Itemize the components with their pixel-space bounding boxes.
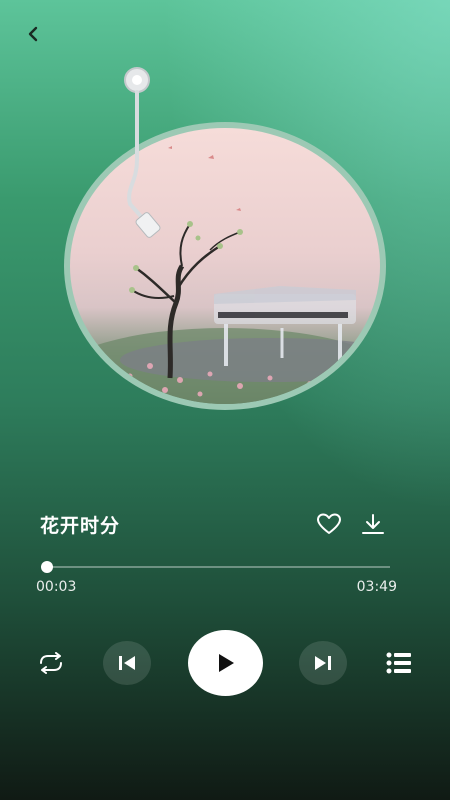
repeat-icon (40, 652, 62, 674)
skip-previous-icon (119, 656, 135, 670)
next-button[interactable] (299, 641, 347, 685)
playlist-icon (386, 652, 411, 674)
progress-thumb[interactable] (40, 561, 53, 573)
download-icon (362, 514, 384, 534)
playlist-button[interactable] (382, 648, 416, 678)
favorite-button[interactable] (312, 507, 346, 541)
album-disc (64, 122, 386, 410)
download-button[interactable] (356, 507, 390, 541)
progress-track (42, 566, 390, 568)
skip-next-icon (315, 656, 331, 670)
back-button[interactable] (18, 18, 50, 50)
album-cover-art (70, 128, 380, 404)
progress-bar[interactable] (40, 561, 390, 573)
chevron-left-icon (28, 26, 38, 42)
heart-outline-icon (317, 513, 341, 534)
current-time: 00:03 (36, 579, 77, 595)
playback-controls (0, 628, 450, 698)
play-button[interactable] (188, 630, 263, 696)
tonearm (120, 64, 180, 254)
song-title: 花开时分 (40, 514, 121, 537)
song-info-row: 花开时分 (40, 506, 390, 542)
loop-button[interactable] (34, 648, 68, 678)
previous-button[interactable] (103, 641, 151, 685)
total-time: 03:49 (356, 579, 397, 595)
play-icon (218, 654, 234, 672)
